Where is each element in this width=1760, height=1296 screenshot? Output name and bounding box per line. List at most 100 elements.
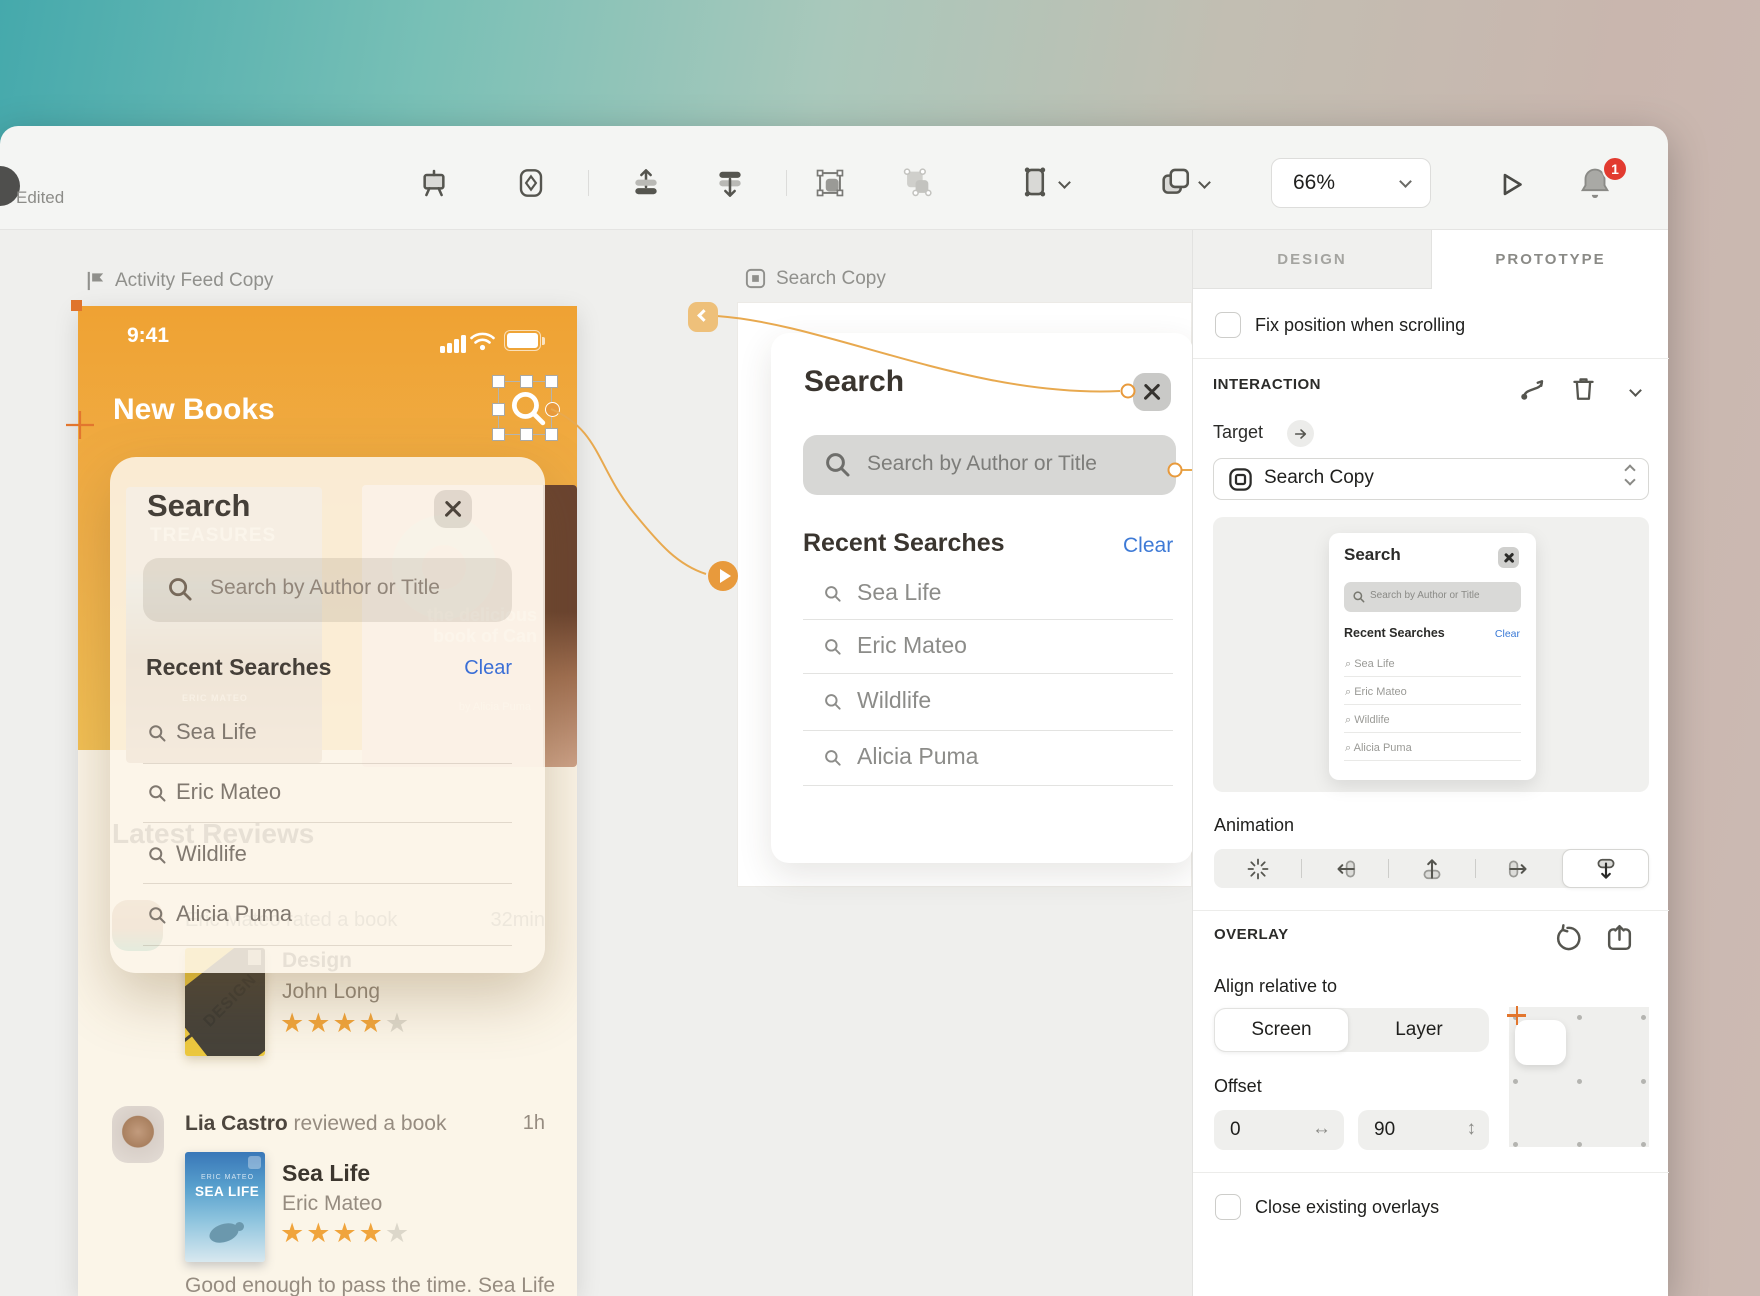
search-grid-component-selected[interactable] [498,381,552,435]
recent-searches-title: Recent Searches [146,654,331,681]
fix-position-label: Fix position when scrolling [1255,315,1465,336]
phone-search-overlay[interactable]: Search Search by Author or Title Recent … [110,457,545,973]
send-backward-icon[interactable] [712,165,748,201]
back-connection-node[interactable] [688,302,718,332]
align-segmented-control: Screen Layer [1214,1008,1489,1052]
zoom-select[interactable]: 66% [1271,158,1431,208]
rating-stars: ★★★★★ [280,1008,411,1039]
frame-label-activity-feed[interactable]: Activity Feed Copy [84,269,273,292]
target-value: Search Copy [1264,467,1374,489]
preview-thumbnail[interactable]: Search Search by Author or Title Recent … [1329,533,1536,780]
document-status: Edited [16,188,64,208]
connection-arrow-node[interactable] [708,561,738,591]
reset-overlay-button[interactable] [1549,920,1585,956]
ungroup-selection-icon[interactable] [899,165,935,201]
selection-handle[interactable] [545,375,558,388]
search-input[interactable]: Search by Author or Title [143,558,512,622]
selection-handle[interactable] [520,428,533,441]
box-arrow-up-icon [1604,923,1635,954]
overlay-position-swatch[interactable] [1515,1020,1566,1065]
search-icon [823,450,853,480]
search-icon [147,845,168,866]
prototype-preview-area: Search Search by Author or Title Recent … [1213,517,1649,792]
animation-move-down-option-selected[interactable] [1562,849,1649,888]
flag-icon [84,269,107,292]
rating-stars: ★★★★★ [280,1218,411,1249]
offset-x-input[interactable]: 0 ↔ [1214,1110,1344,1150]
open-overlay-button[interactable] [1601,920,1637,956]
recent-searches-title: Recent Searches [803,529,1005,558]
component-tool-button[interactable] [1158,165,1209,199]
chevron-left-icon [697,309,710,322]
play-icon [1495,169,1526,200]
close-button[interactable] [434,490,472,528]
preview-item: ⌕ Wildlife [1345,714,1390,727]
align-position-grid[interactable] [1509,1007,1649,1147]
close-icon [434,490,472,528]
horizontal-arrows-icon: ↔ [1312,1118,1331,1140]
target-arrow-icon[interactable] [1287,420,1314,447]
frame-tool-button[interactable] [1018,165,1069,199]
bring-forward-icon[interactable] [628,165,664,201]
align-screen-option-selected[interactable]: Screen [1214,1008,1349,1052]
offset-label: Offset [1214,1076,1262,1097]
move-down-icon [1593,856,1619,882]
offset-y-input[interactable]: 90 ↕ [1358,1110,1489,1150]
play-prototype-button[interactable] [1492,166,1528,202]
tab-prototype[interactable]: PROTOTYPE [1432,230,1669,289]
close-existing-overlays-checkbox[interactable] [1215,1194,1241,1220]
selection-handle[interactable] [492,428,505,441]
push-right-icon [1506,856,1532,882]
prototype-connection-dot[interactable] [545,402,560,417]
collapse-section-button[interactable] [1617,372,1653,408]
frame-label-search-copy[interactable]: Search Copy [744,267,886,290]
animation-instant-option[interactable] [1214,849,1301,888]
align-layer-option[interactable]: Layer [1349,1008,1489,1052]
selection-handle[interactable] [545,428,558,441]
stepper-icon[interactable] [1626,466,1634,484]
search-input[interactable]: Search by Author or Title [803,435,1176,495]
target-select[interactable]: Search Copy [1213,458,1649,500]
align-relative-label: Align relative to [1214,976,1337,997]
frame-selection-corner[interactable] [71,300,82,311]
shape-tool-icon[interactable] [513,165,549,201]
chevron-down-icon [1058,176,1071,189]
frame-tool-icon [1018,165,1052,199]
group-selection-icon[interactable] [812,165,848,201]
search-icon [147,783,168,804]
selection-handle[interactable] [492,375,505,388]
vertical-arrows-icon: ↕ [1467,1118,1477,1140]
clear-link[interactable]: Clear [464,657,512,680]
rotate-ccw-icon [1552,923,1583,954]
close-existing-overlays-label: Close existing overlays [1255,1197,1439,1218]
animation-push-left-option[interactable] [1301,849,1388,888]
artboard-tool-icon[interactable] [416,165,452,201]
tab-design[interactable]: DESIGN [1193,230,1432,289]
chevron-down-icon [1198,176,1211,189]
book-cover-sea-life[interactable]: ERIC MATEO SEA LIFE [185,1152,265,1262]
search-icon [147,905,168,926]
search-icon [166,575,195,604]
preview-item: ⌕ Alicia Puma [1345,742,1412,755]
delete-interaction-button[interactable] [1565,370,1601,406]
close-icon [1133,373,1171,411]
close-button[interactable] [1133,373,1171,411]
interaction-section-title: INTERACTION [1213,376,1321,393]
selection-handle[interactable] [520,375,533,388]
search-placeholder: Search by Author or Title [210,576,440,600]
notifications-button[interactable]: 1 [1576,164,1616,204]
clear-link[interactable]: Clear [1123,534,1173,558]
target-label: Target [1213,422,1263,443]
avatar[interactable] [112,1106,164,1163]
animation-move-up-option[interactable] [1388,849,1475,888]
overlay-frame-icon [1227,466,1254,493]
frame-search-copy[interactable]: Search Search by Author or Title Recent … [737,302,1192,887]
app-screenshot: Activity Feed Copy 9:41 New Books TREASU… [0,0,1760,1296]
animation-push-right-option[interactable] [1475,849,1562,888]
overlay-section-title: OVERLAY [1214,926,1289,943]
selection-handle[interactable] [492,403,505,416]
component-tool-icon [1158,165,1192,199]
connection-wire-icon[interactable] [1515,370,1551,406]
fix-position-checkbox[interactable] [1215,312,1241,338]
frame-activity-feed[interactable]: 9:41 New Books TREASURES ERIC MATEO the … [78,306,577,1296]
